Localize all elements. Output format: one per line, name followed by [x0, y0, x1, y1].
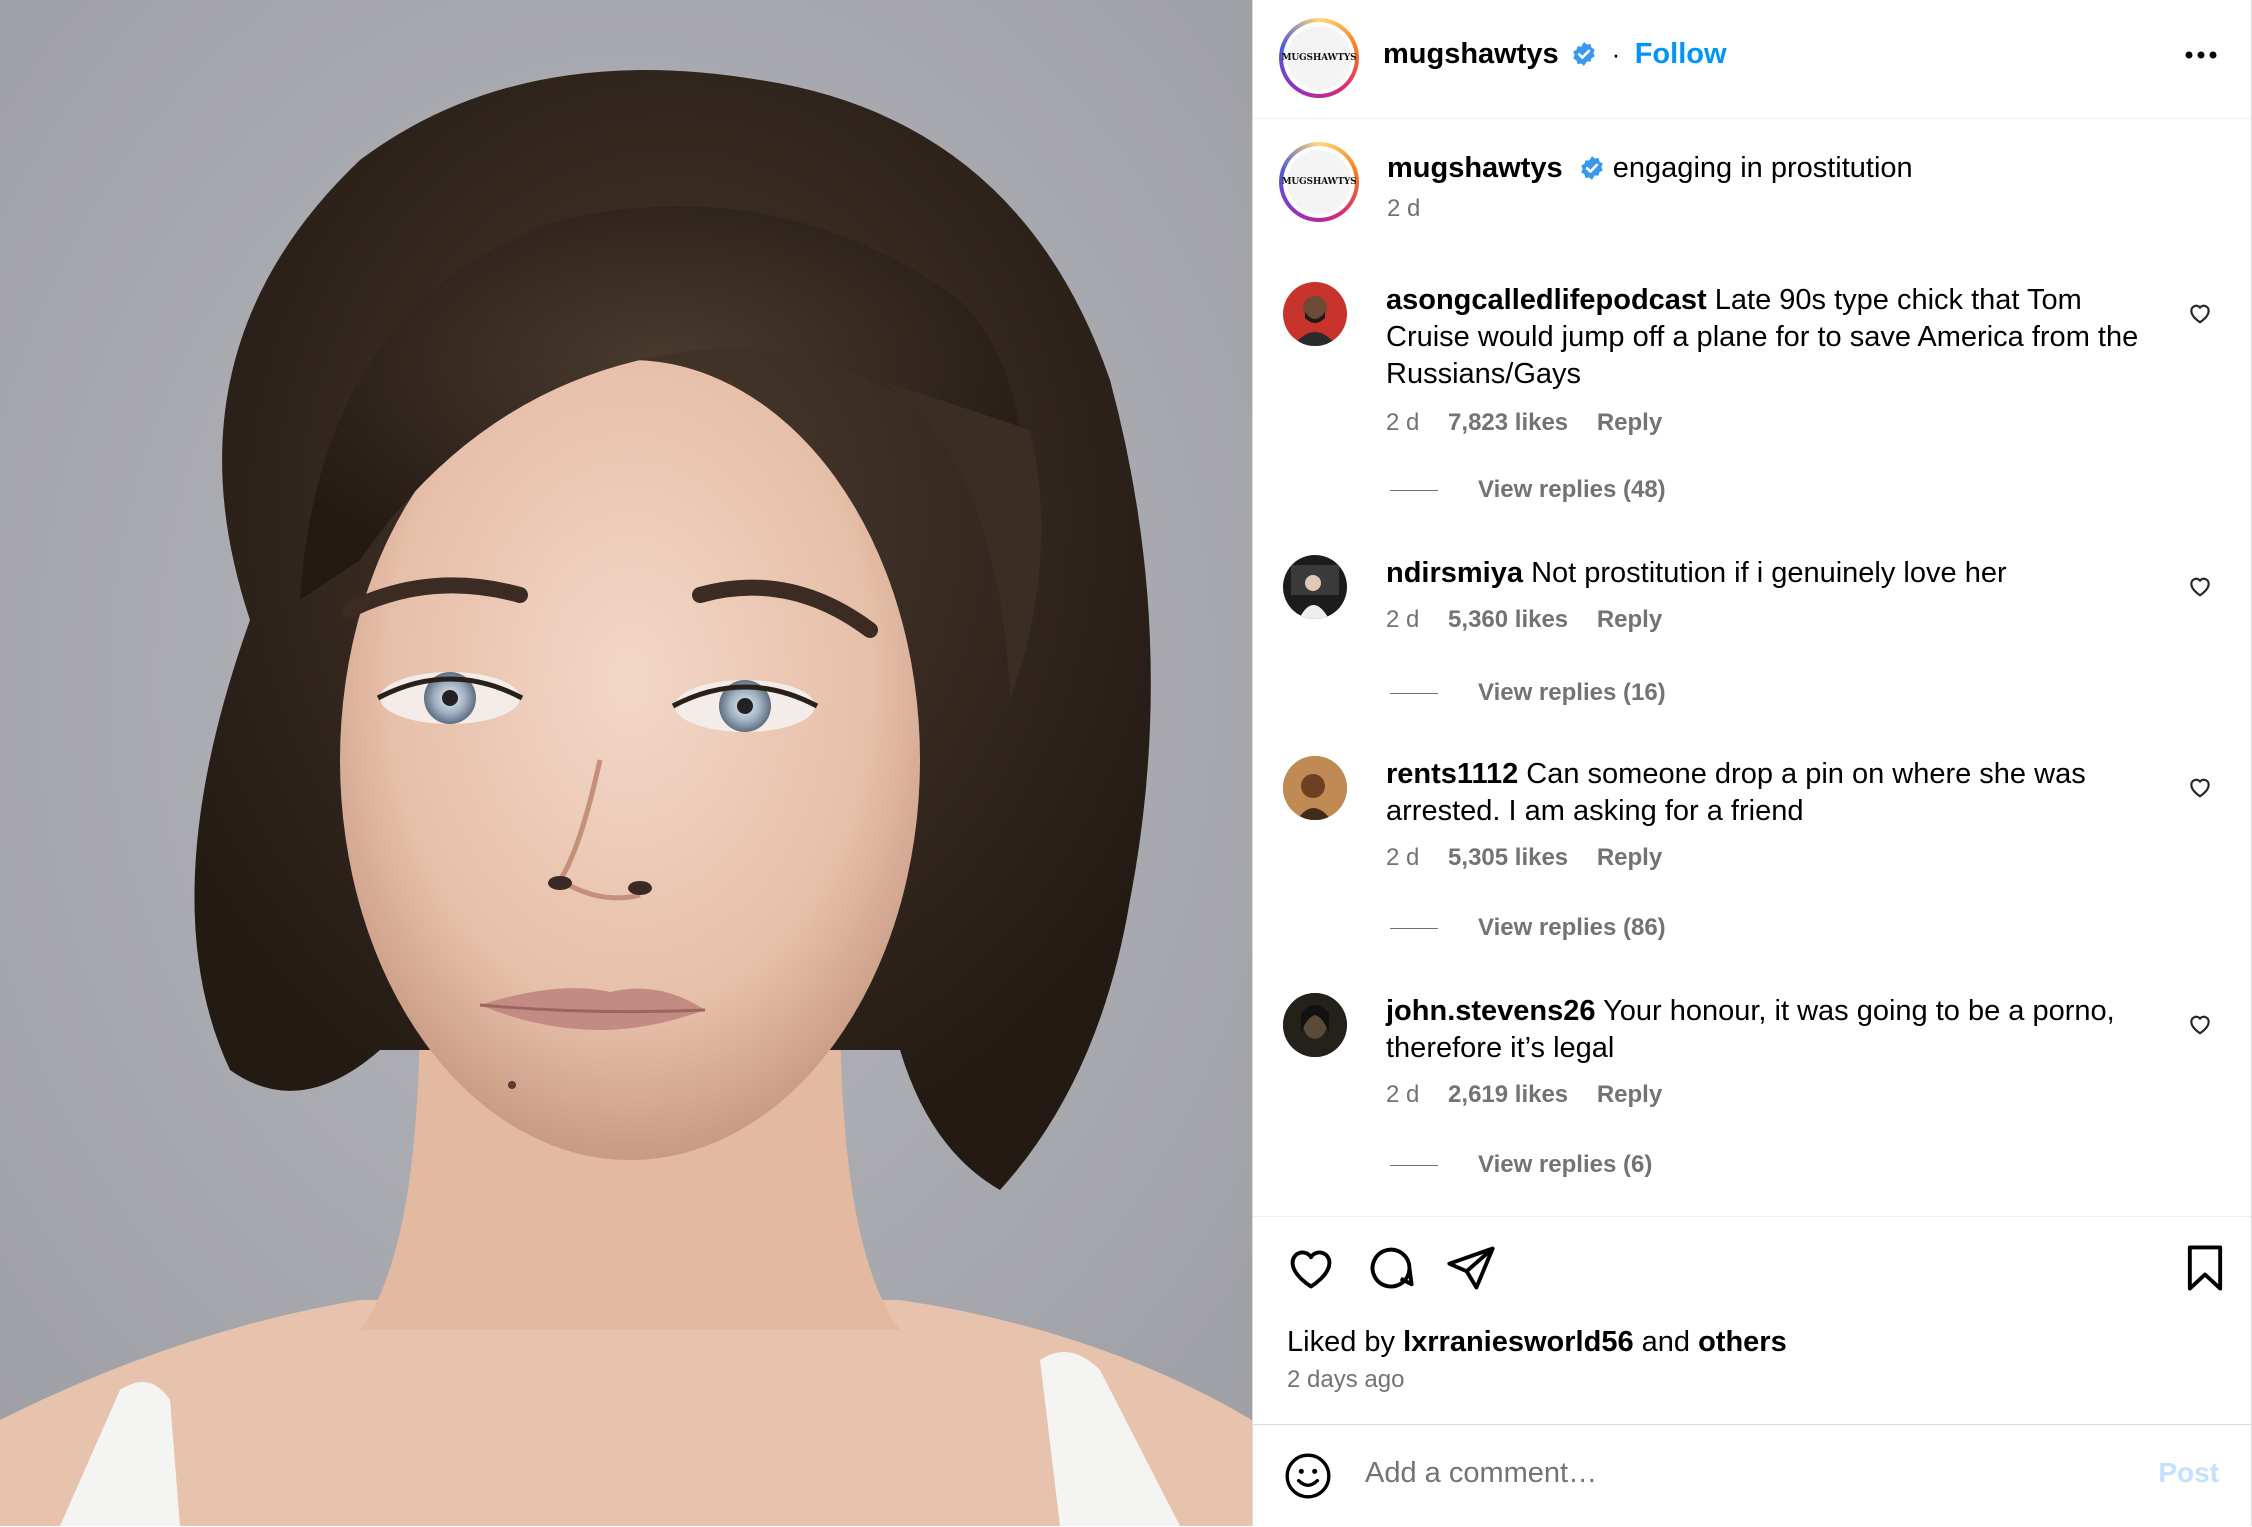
action-bar	[1253, 1216, 2251, 1217]
verified-badge-icon	[1581, 156, 1603, 180]
post-photo[interactable]	[0, 0, 1252, 1526]
view-replies-button[interactable]: View replies (48)	[1386, 476, 1666, 504]
commenter-avatar[interactable]	[1283, 993, 1347, 1057]
comment-username[interactable]: asongcalledlifepodcast	[1386, 284, 1707, 316]
post-time-ago[interactable]: 2 days ago	[1287, 1366, 1404, 1394]
comment-username[interactable]: rents1112	[1386, 758, 1518, 790]
caption-text: engaging in prostitution	[1612, 152, 1913, 184]
like-comment-heart-icon[interactable]	[2187, 573, 2213, 599]
comment-username[interactable]: ndirsmiya	[1386, 557, 1523, 589]
reply-button[interactable]: Reply	[1597, 1081, 1662, 1108]
verified-badge-icon	[1573, 42, 1595, 66]
reply-button[interactable]: Reply	[1597, 844, 1662, 871]
comment-time: 2 d	[1386, 409, 1420, 436]
view-replies-button[interactable]: View replies (86)	[1386, 914, 1666, 942]
share-send-icon[interactable]	[1445, 1242, 1497, 1294]
like-comment-heart-icon[interactable]	[2187, 774, 2213, 800]
liked-by: Liked by lxrraniesworld56 and others	[1287, 1326, 1787, 1359]
more-horizontal-icon[interactable]	[2181, 40, 2221, 70]
author-logo: MUGSHAWTYS	[1282, 26, 1357, 90]
like-comment-heart-icon[interactable]	[2187, 1011, 2213, 1037]
comment-item: john.stevens26 Your honour, it was going…	[1283, 993, 2213, 1193]
header-user-row: mugshawtys · Follow	[1383, 38, 1727, 78]
liked-by-and: and	[1641, 1326, 1691, 1358]
commenter-avatar[interactable]	[1283, 555, 1347, 619]
view-replies-label: View replies (16)	[1478, 679, 1666, 706]
comment-likes[interactable]: 7,823 likes	[1448, 409, 1568, 436]
liked-by-user[interactable]: lxrraniesworld56	[1403, 1326, 1634, 1358]
view-replies-label: View replies (48)	[1478, 476, 1666, 503]
mugshot-image	[0, 0, 1252, 1526]
comment-item: asongcalledlifepodcast Late 90s type chi…	[1283, 282, 2213, 512]
comment-time: 2 d	[1386, 606, 1420, 633]
view-replies-button[interactable]: View replies (6)	[1386, 1151, 1652, 1179]
comment-likes[interactable]: 5,305 likes	[1448, 844, 1568, 871]
caption: mugshawtys engaging in prostitution 2 d	[1387, 150, 2207, 223]
emoji-smiley-icon[interactable]	[1283, 1451, 1333, 1501]
follow-button[interactable]: Follow	[1635, 38, 1727, 70]
post-details-panel: MUGSHAWTYS mugshawtys · Follow MUGSHAWTY…	[1252, 0, 2252, 1526]
like-heart-icon[interactable]	[1285, 1242, 1337, 1294]
post-header: MUGSHAWTYS mugshawtys · Follow	[1253, 0, 2251, 119]
reply-button[interactable]: Reply	[1597, 409, 1662, 436]
post-button[interactable]: Post	[2158, 1457, 2219, 1489]
comment-time: 2 d	[1386, 1081, 1420, 1108]
liked-by-prefix: Liked by	[1287, 1326, 1396, 1358]
header-username[interactable]: mugshawtys	[1383, 38, 1559, 70]
caption-time: 2 d	[1387, 195, 1421, 222]
view-replies-button[interactable]: View replies (16)	[1386, 679, 1666, 707]
commenter-avatar[interactable]	[1283, 282, 1347, 346]
caption-username[interactable]: mugshawtys	[1387, 152, 1563, 184]
caption-avatar[interactable]: MUGSHAWTYS	[1279, 142, 1359, 222]
comment-bubble-icon[interactable]	[1365, 1242, 1417, 1294]
comment-text: Not prostitution if i genuinely love her	[1531, 557, 2007, 589]
add-comment-bar: Post	[1253, 1424, 2251, 1527]
commenter-avatar[interactable]	[1283, 756, 1347, 820]
author-avatar[interactable]: MUGSHAWTYS	[1279, 18, 1359, 98]
header-separator: ·	[1611, 39, 1621, 69]
comment-username[interactable]: john.stevens26	[1386, 995, 1596, 1027]
save-bookmark-icon[interactable]	[2179, 1242, 2231, 1294]
comment-likes[interactable]: 5,360 likes	[1448, 606, 1568, 633]
like-comment-heart-icon[interactable]	[2187, 300, 2213, 326]
comment-likes[interactable]: 2,619 likes	[1448, 1081, 1568, 1108]
view-replies-label: View replies (86)	[1478, 914, 1666, 941]
reply-button[interactable]: Reply	[1597, 606, 1662, 633]
comment-item: rents1112 Can someone drop a pin on wher…	[1283, 756, 2213, 956]
liked-by-others[interactable]: others	[1698, 1326, 1787, 1358]
comment-time: 2 d	[1386, 844, 1420, 871]
caption-logo: MUGSHAWTYS	[1282, 150, 1357, 214]
comment-input[interactable]	[1363, 1447, 2067, 1499]
comment-item: ndirsmiya Not prostitution if i genuinel…	[1283, 555, 2213, 725]
view-replies-label: View replies (6)	[1478, 1151, 1653, 1178]
